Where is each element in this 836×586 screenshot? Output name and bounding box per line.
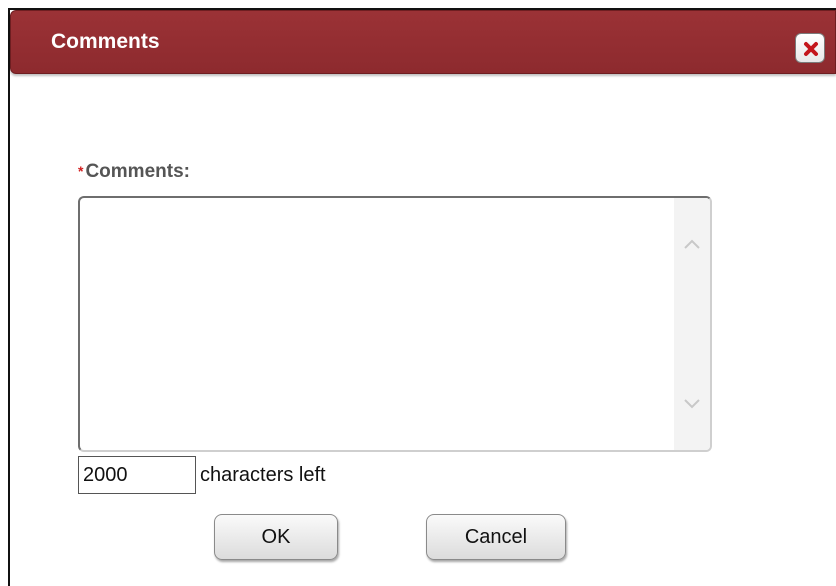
comments-textarea[interactable]: [80, 198, 674, 450]
ok-button[interactable]: OK: [214, 514, 338, 560]
chars-left-count: 2000: [78, 456, 196, 494]
comments-label: * Comments:: [78, 160, 190, 184]
required-marker: *: [78, 163, 84, 179]
textarea-scrollbar[interactable]: [674, 198, 710, 450]
scroll-up-icon[interactable]: [682, 236, 702, 252]
dialog-title: Comments: [51, 30, 160, 53]
cancel-button[interactable]: Cancel: [426, 514, 566, 560]
chars-left-label: characters left: [200, 464, 326, 486]
close-x-icon: [804, 42, 818, 56]
comments-textarea-container: [78, 196, 712, 452]
close-button[interactable]: [795, 33, 825, 63]
scroll-down-icon[interactable]: [682, 396, 702, 412]
dialog-titlebar: Comments: [10, 10, 836, 74]
comments-label-text: Comments:: [85, 161, 190, 182]
